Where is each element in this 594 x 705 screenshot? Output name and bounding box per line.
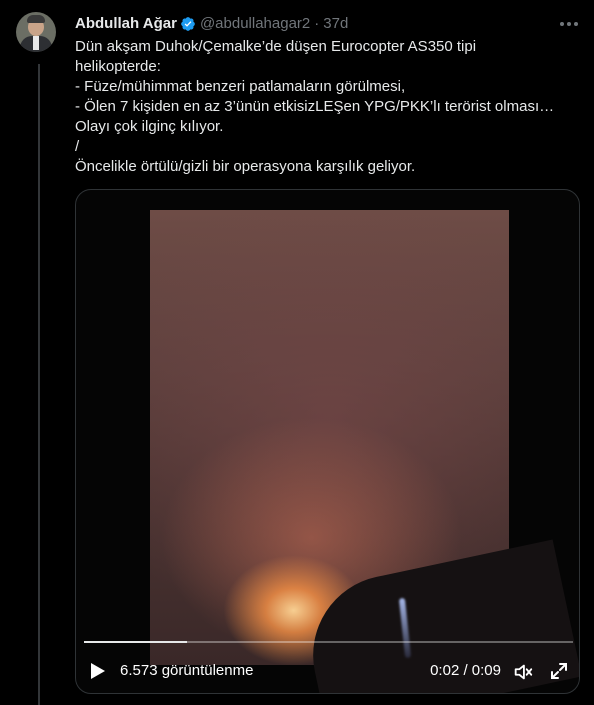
separator-dot: ·: [314, 15, 320, 32]
tweet-text-line: Öncelikle örtülü/gizli bir operasyona ka…: [75, 158, 416, 175]
video-progress-bar[interactable]: [84, 641, 573, 643]
video-player[interactable]: 6.573 görüntülenme 0:02 / 0:09: [75, 189, 580, 694]
tweet-text-line: - Ölen 7 kişiden en az 3’ünün etkisizLEŞ…: [75, 98, 555, 115]
view-count: 6.573 görüntülenme: [120, 662, 254, 679]
avatar[interactable]: [16, 12, 56, 52]
author-handle[interactable]: @abdullahagar2: [200, 14, 310, 34]
tweet-text-line: helikopterde:: [75, 58, 161, 75]
tweet-text-line: - Füze/mühimmat benzeri patlamaların gör…: [75, 78, 406, 95]
video-timecode: 0:02 / 0:09: [430, 662, 501, 679]
thread-line: [38, 64, 40, 705]
author-name[interactable]: Abdullah Ağar: [75, 14, 177, 34]
tweet-text-line: Olayı çok ilginç kılıyor.: [75, 118, 224, 135]
tweet-text-line: Dün akşam Duhok/Çemalke’de düşen Eurocop…: [75, 38, 477, 55]
tweet-timestamp[interactable]: 37d: [323, 14, 348, 34]
fullscreen-icon[interactable]: [549, 661, 569, 681]
play-icon[interactable]: [90, 662, 106, 680]
tweet-text: Dün akşam Duhok/Çemalke’de düşen Eurocop…: [75, 37, 585, 177]
video-progress-fill: [84, 641, 187, 643]
video-frame[interactable]: [150, 210, 579, 693]
verified-badge-icon: [181, 17, 195, 31]
more-options-icon[interactable]: [560, 14, 578, 34]
video-controls: 6.573 görüntülenme 0:02 / 0:09: [76, 652, 579, 688]
tweet-text-line: /: [75, 138, 80, 155]
tweet-header: Abdullah Ağar @abdullahagar2 · 37d: [75, 14, 348, 34]
volume-icon[interactable]: [512, 661, 534, 683]
